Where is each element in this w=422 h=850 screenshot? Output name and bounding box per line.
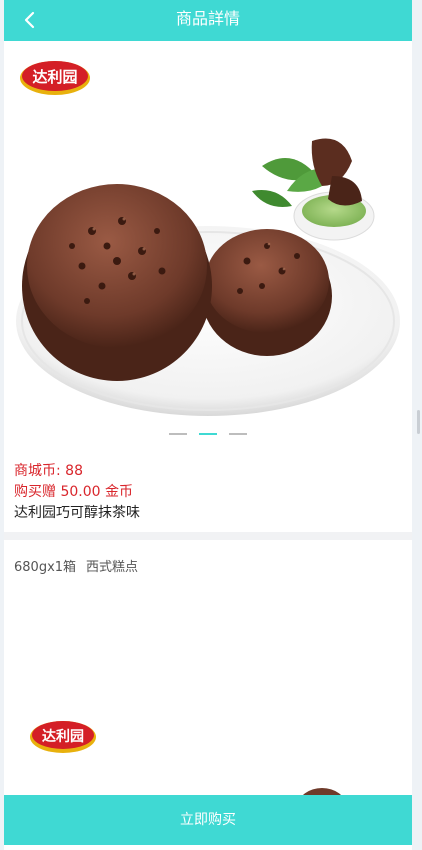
mall-coin-price: 商城币: 88 [14, 463, 83, 479]
carousel-dot-3[interactable] [229, 433, 247, 435]
section-divider [4, 532, 412, 540]
bonus-coins: 购买赠 50.00 金币 [14, 484, 133, 500]
product-spec: 680gx1箱 西式糕点 [14, 556, 138, 575]
detail-brand-logo: 达利园 [30, 721, 96, 753]
brand-logo-text: 达利园 [32, 68, 77, 86]
carousel-dot-2[interactable] [199, 433, 217, 435]
spec-category: 西式糕点 [86, 560, 139, 575]
brand-logo: 达利园 [20, 61, 90, 95]
spec-weight: 680gx1箱 [14, 560, 77, 575]
product-image-carousel[interactable]: 达利园 [4, 41, 412, 450]
app-screen: 商品詳情 达利园 商城币: 88 购买赠 50.00 金币 达利园巧可醇抹茶味 … [0, 0, 422, 850]
page-title: 商品詳情 [175, 9, 240, 28]
buy-now-button[interactable]: 立即购买 [4, 795, 412, 845]
carousel-indicators [4, 433, 412, 435]
scrollbar-thumb[interactable] [417, 410, 420, 434]
carousel-dot-1[interactable] [169, 433, 187, 435]
top-bar: 商品詳情 [4, 0, 412, 41]
product-info: 商城币: 88 购买赠 50.00 金币 达利园巧可醇抹茶味 [4, 450, 412, 532]
product-photo [16, 138, 400, 416]
product-detail-page: 商品詳情 达利园 商城币: 88 购买赠 50.00 金币 达利园巧可醇抹茶味 … [4, 0, 412, 850]
detail-brand-logo-text: 达利园 [42, 728, 84, 745]
product-name: 达利园巧可醇抹茶味 [14, 505, 140, 521]
